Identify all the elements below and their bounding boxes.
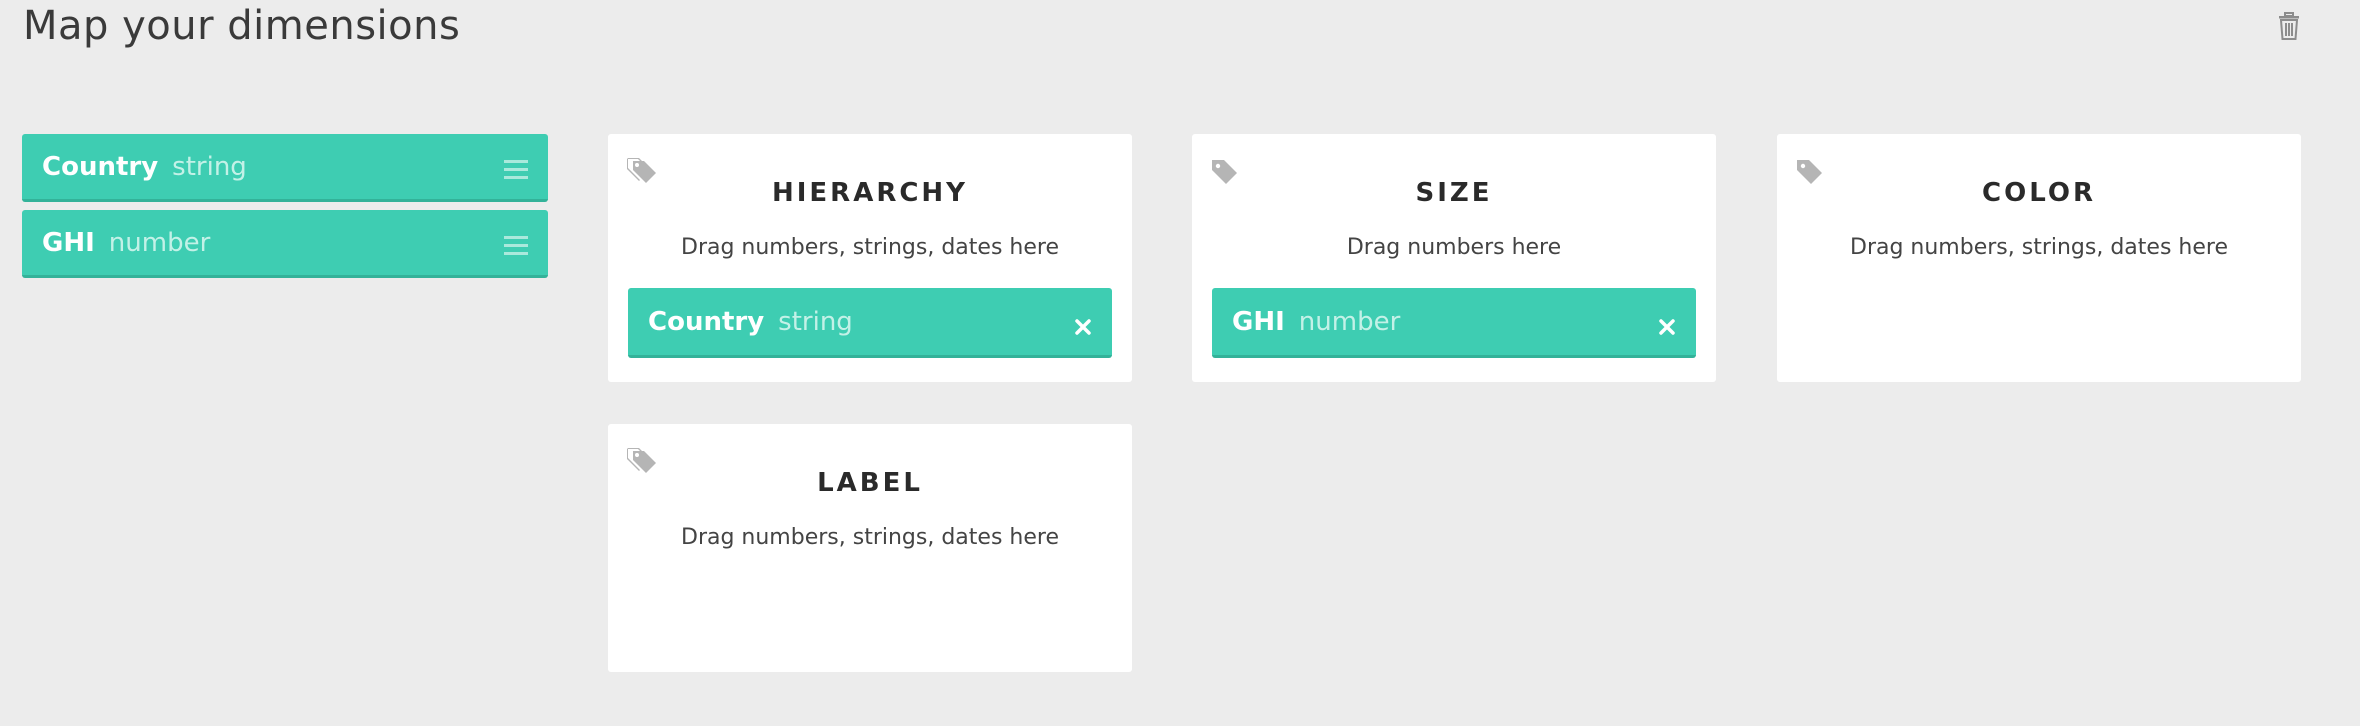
- close-icon[interactable]: [1658, 313, 1676, 335]
- label-card[interactable]: LABEL Drag numbers, strings, dates here: [608, 424, 1132, 672]
- dimension-type: string: [172, 151, 247, 182]
- card-title: COLOR: [1982, 178, 2096, 208]
- trash-icon[interactable]: [2276, 12, 2302, 40]
- color-card[interactable]: COLOR Drag numbers, strings, dates here: [1777, 134, 2301, 382]
- mapped-dimension-ghi[interactable]: GHI number: [1212, 288, 1696, 358]
- card-title: LABEL: [817, 468, 923, 498]
- dimension-name: GHI: [1232, 306, 1285, 337]
- dimension-type: number: [1298, 306, 1401, 337]
- dimension-type: string: [778, 306, 853, 337]
- drag-handle-icon[interactable]: [504, 157, 528, 179]
- close-icon[interactable]: [1074, 313, 1092, 335]
- dimension-item-country[interactable]: Country string: [22, 134, 548, 202]
- card-title: HIERARCHY: [771, 178, 969, 208]
- dimension-name: Country: [648, 306, 765, 337]
- dimension-type: number: [108, 227, 211, 258]
- dimension-list: Country string GHI number: [22, 134, 548, 286]
- card-title: SIZE: [1415, 178, 1493, 208]
- mapped-dimension-country[interactable]: Country string: [628, 288, 1112, 358]
- size-card[interactable]: SIZE Drag numbers here GHI number: [1192, 134, 1716, 382]
- card-hint: Drag numbers, strings, dates here: [681, 235, 1059, 260]
- hierarchy-card[interactable]: HIERARCHY Drag numbers, strings, dates h…: [608, 134, 1132, 382]
- drag-handle-icon[interactable]: [504, 233, 528, 255]
- card-hint: Drag numbers, strings, dates here: [681, 525, 1059, 550]
- card-hint: Drag numbers, strings, dates here: [1850, 235, 2228, 260]
- dimension-item-ghi[interactable]: GHI number: [22, 210, 548, 278]
- dimension-name: GHI: [42, 227, 95, 258]
- page-title: Map your dimensions: [23, 3, 461, 49]
- card-hint: Drag numbers here: [1346, 235, 1562, 260]
- dimension-name: Country: [42, 151, 159, 182]
